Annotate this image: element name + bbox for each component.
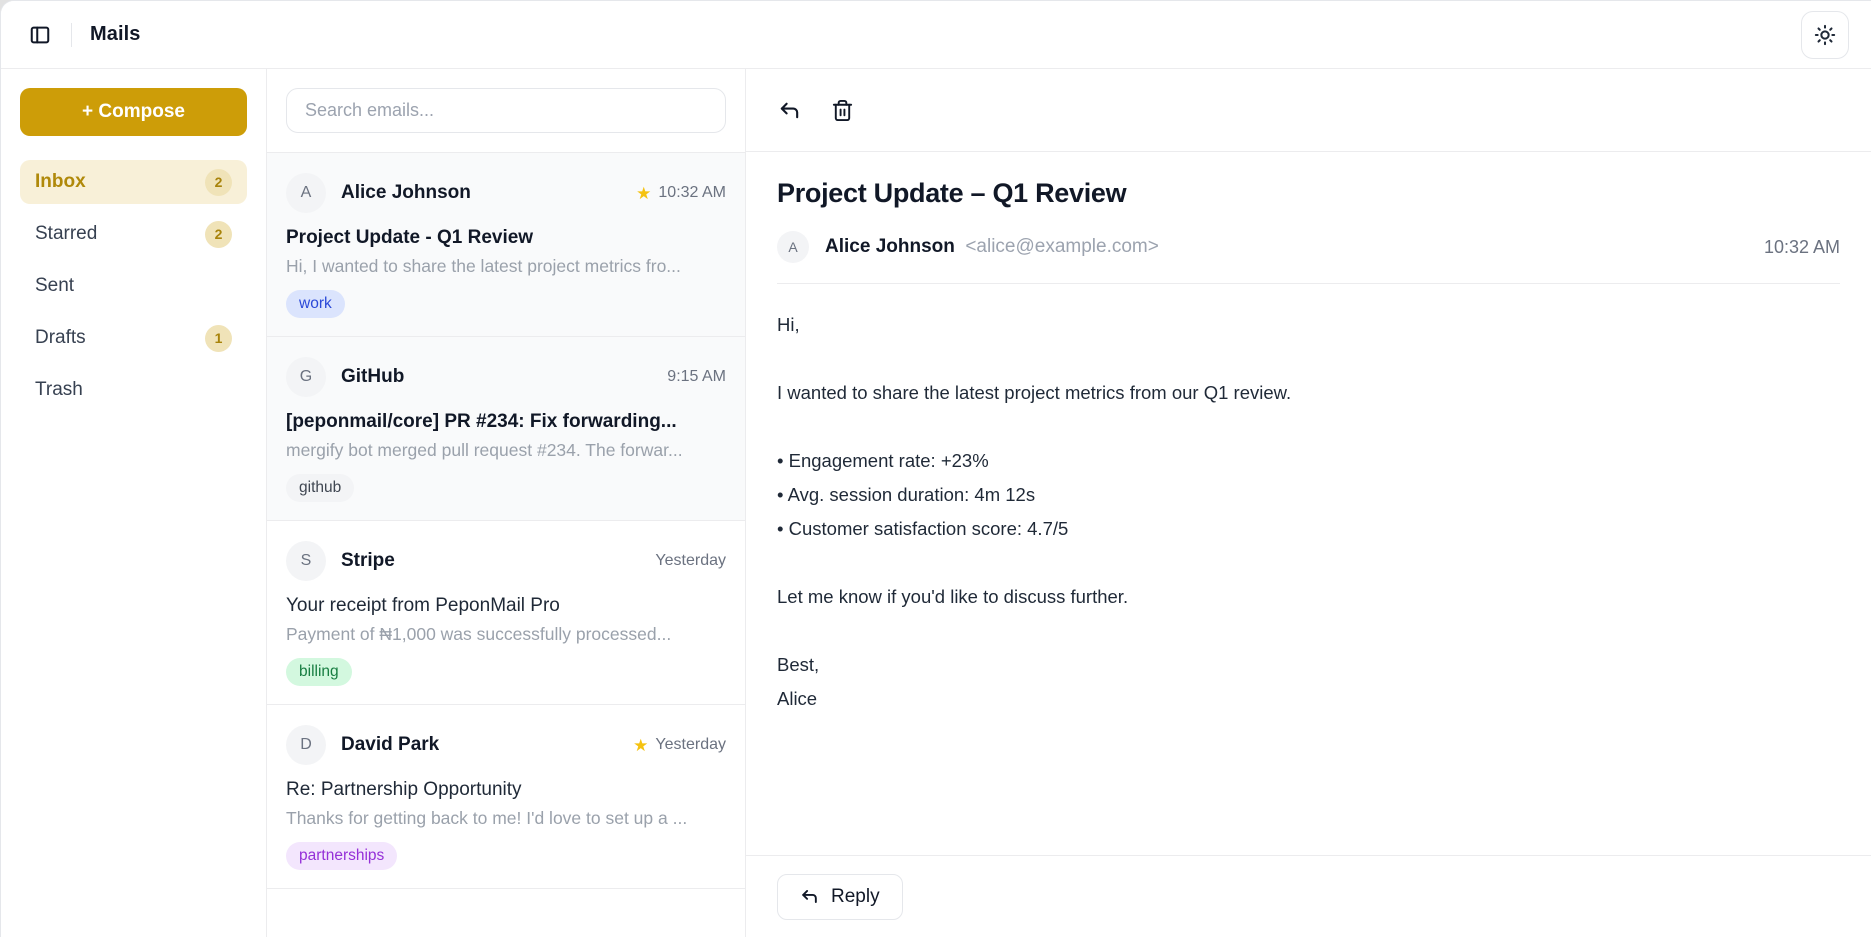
email-tag: partnerships xyxy=(286,842,397,870)
email-subject: Your receipt from PeponMail Pro xyxy=(286,595,726,617)
star-icon: ★ xyxy=(633,737,648,754)
email-time: 10:32 AM xyxy=(658,184,726,202)
panel-left-icon xyxy=(29,24,51,46)
sidebar-toggle-button[interactable] xyxy=(23,18,57,52)
email-subject: Re: Partnership Opportunity xyxy=(286,779,726,801)
detail-footer: Reply xyxy=(746,855,1871,937)
unread-count-badge: 2 xyxy=(205,169,232,196)
email-body-line: I wanted to share the latest project met… xyxy=(777,376,1840,410)
email-body-line xyxy=(777,410,1840,444)
sender-avatar: D xyxy=(286,725,326,765)
email-body-line: Best, xyxy=(777,648,1840,682)
sender-name: GitHub xyxy=(341,366,404,388)
email-preview: Hi, I wanted to share the latest project… xyxy=(286,256,726,277)
email-subject: Project Update - Q1 Review xyxy=(286,227,726,249)
detail-sender-name: Alice Johnson xyxy=(825,236,955,257)
trash-icon xyxy=(831,99,854,122)
sidebar-item-label: Drafts xyxy=(35,327,86,349)
email-body-line: Hi, xyxy=(777,308,1840,342)
sidebar-nav-item[interactable]: Sent xyxy=(20,264,247,308)
email-list: A Alice Johnson ★ 10:32 AM Project Updat… xyxy=(267,153,745,937)
email-time: 9:15 AM xyxy=(667,368,726,386)
email-detail-panel: Project Update – Q1 Review A Alice Johns… xyxy=(746,69,1871,937)
detail-toolbar xyxy=(746,69,1871,152)
sidebar-nav: Inbox 2 Starred 2 Sent Drafts 1 Trash xyxy=(20,160,247,412)
sender-avatar: A xyxy=(286,173,326,213)
topbar-divider xyxy=(71,23,72,47)
sidebar: + Compose Inbox 2 Starred 2 Sent Drafts … xyxy=(1,69,266,937)
email-preview: Thanks for getting back to me! I'd love … xyxy=(286,808,726,829)
email-list-panel: A Alice Johnson ★ 10:32 AM Project Updat… xyxy=(266,69,746,937)
sun-icon xyxy=(1814,24,1836,46)
email-body-line: • Engagement rate: +23% xyxy=(777,444,1840,478)
reply-button[interactable]: Reply xyxy=(777,874,903,920)
unread-count-badge: 2 xyxy=(205,221,232,248)
search-input[interactable] xyxy=(286,88,726,133)
email-body-line xyxy=(777,342,1840,376)
theme-toggle-button[interactable] xyxy=(1801,11,1849,59)
email-body-line: Let me know if you'd like to discuss fur… xyxy=(777,580,1840,614)
email-preview: Payment of ₦1,000 was successfully proce… xyxy=(286,624,726,645)
sidebar-item-label: Inbox xyxy=(35,171,86,193)
email-time: Yesterday xyxy=(655,736,726,754)
mail-app-window: Mails + Compose Inb xyxy=(0,0,1871,937)
email-tag: work xyxy=(286,290,345,318)
reply-button-toolbar[interactable] xyxy=(772,93,807,128)
sender-name: Stripe xyxy=(341,550,395,572)
email-body-line: • Avg. session duration: 4m 12s xyxy=(777,478,1840,512)
reply-arrow-icon xyxy=(800,887,819,906)
star-icon: ★ xyxy=(636,185,651,202)
email-body-line: • Customer satisfaction score: 4.7/5 xyxy=(777,512,1840,546)
sender-name: David Park xyxy=(341,734,439,756)
email-subject: [peponmail/core] PR #234: Fix forwarding… xyxy=(286,411,726,433)
detail-subject: Project Update – Q1 Review xyxy=(777,178,1840,209)
email-list-item[interactable]: D David Park ★ Yesterday Re: Partnership… xyxy=(267,705,745,889)
email-list-item[interactable]: G GitHub 9:15 AM [peponmail/core] PR #23… xyxy=(267,337,745,521)
sidebar-item-label: Sent xyxy=(35,275,74,297)
detail-sender-email: <alice@example.com> xyxy=(965,236,1159,257)
email-list-item[interactable]: S Stripe Yesterday Your receipt from Pep… xyxy=(267,521,745,705)
top-bar: Mails xyxy=(1,1,1871,69)
email-tag: github xyxy=(286,474,354,502)
email-time: Yesterday xyxy=(655,552,726,570)
sender-avatar: A xyxy=(777,231,809,263)
detail-time: 10:32 AM xyxy=(1764,237,1840,258)
sidebar-nav-item[interactable]: Starred 2 xyxy=(20,212,247,256)
sidebar-item-label: Starred xyxy=(35,223,97,245)
unread-count-badge: 1 xyxy=(205,325,232,352)
sender-avatar: S xyxy=(286,541,326,581)
sender-name: Alice Johnson xyxy=(341,182,471,204)
sidebar-nav-item[interactable]: Trash xyxy=(20,368,247,412)
email-body-line xyxy=(777,546,1840,580)
sidebar-item-label: Trash xyxy=(35,379,83,401)
email-body-line xyxy=(777,614,1840,648)
sender-avatar: G xyxy=(286,357,326,397)
sidebar-nav-item[interactable]: Inbox 2 xyxy=(20,160,247,204)
compose-button[interactable]: + Compose xyxy=(20,88,247,136)
reply-button-label: Reply xyxy=(831,886,880,908)
delete-button[interactable] xyxy=(825,93,860,128)
email-tag: billing xyxy=(286,658,352,686)
email-preview: mergify bot merged pull request #234. Th… xyxy=(286,440,726,461)
email-body-line: Alice xyxy=(777,682,1840,716)
email-body: Hi, I wanted to share the latest project … xyxy=(777,308,1840,716)
reply-arrow-icon xyxy=(778,99,801,122)
email-list-item[interactable]: A Alice Johnson ★ 10:32 AM Project Updat… xyxy=(267,153,745,337)
page-title: Mails xyxy=(90,23,141,46)
sender-row: A Alice Johnson <alice@example.com> 10:3… xyxy=(777,231,1840,284)
sidebar-nav-item[interactable]: Drafts 1 xyxy=(20,316,247,360)
